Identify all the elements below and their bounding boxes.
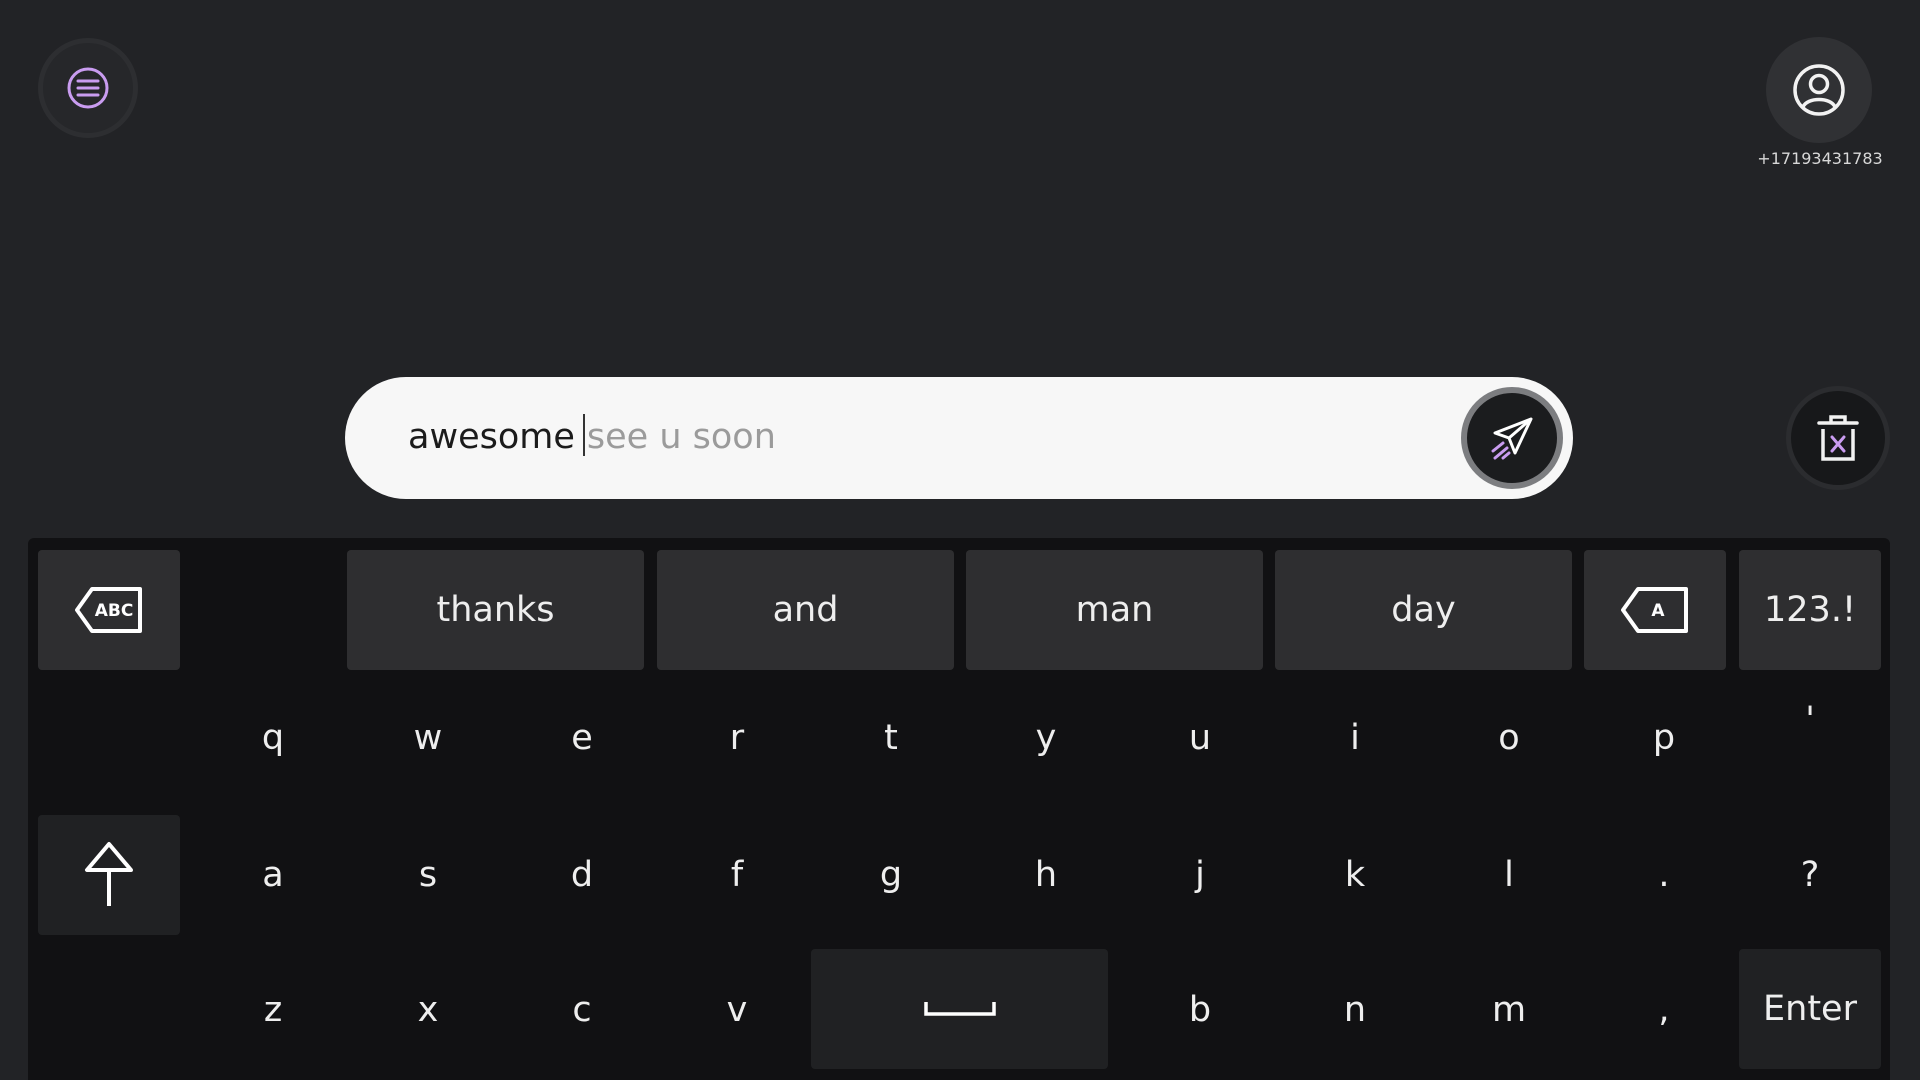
suggestion-key-1[interactable]: thanks [347, 550, 644, 670]
letter-key-g[interactable]: g [826, 815, 956, 935]
letter-key-t[interactable]: t [826, 678, 956, 798]
menu-icon [67, 67, 109, 109]
letter-key-p[interactable]: p [1599, 678, 1729, 798]
suggestion-key-2[interactable]: and [657, 550, 954, 670]
profile-icon [1793, 64, 1845, 116]
space-bar-icon [923, 1002, 996, 1016]
menu-button[interactable] [38, 38, 138, 138]
profile-button[interactable] [1766, 37, 1872, 143]
letter-key-s[interactable]: s [363, 815, 493, 935]
inline-suggestion[interactable]: see u soon [587, 417, 776, 457]
backspace-char-icon: A [1621, 587, 1688, 633]
backspace-word-icon: ABC [75, 587, 142, 633]
send-button[interactable] [1461, 387, 1563, 489]
backspace-char-key[interactable]: A [1584, 550, 1726, 670]
letter-key-x[interactable]: x [363, 950, 493, 1070]
svg-text:ABC: ABC [95, 601, 134, 621]
letter-key-b[interactable]: b [1135, 950, 1265, 1070]
apostrophe-key[interactable]: ' [1745, 660, 1875, 780]
letter-key-f[interactable]: f [672, 815, 802, 935]
letter-key-h[interactable]: h [981, 815, 1111, 935]
comma-key[interactable]: , [1599, 950, 1729, 1070]
enter-key[interactable]: Enter [1739, 949, 1881, 1069]
numbers-key[interactable]: 123.! [1739, 550, 1881, 670]
letter-key-m[interactable]: m [1444, 950, 1574, 1070]
letter-key-u[interactable]: u [1135, 678, 1265, 798]
message-input[interactable]: awesome see u soon [345, 377, 1573, 499]
letter-key-z[interactable]: z [208, 950, 338, 1070]
on-screen-keyboard: ABC thanks and man day A 123.! q w e r t… [28, 538, 1890, 1080]
period-key[interactable]: . [1599, 815, 1729, 935]
phone-number: +17193431783 [1757, 149, 1883, 168]
letter-key-w[interactable]: w [363, 678, 493, 798]
letter-key-l[interactable]: l [1444, 815, 1574, 935]
send-icon [1491, 417, 1533, 460]
space-key[interactable] [811, 949, 1108, 1069]
letter-key-j[interactable]: j [1135, 815, 1265, 935]
letter-key-r[interactable]: r [672, 678, 802, 798]
typed-text: awesome [408, 417, 575, 457]
shift-icon [85, 842, 133, 906]
delete-icon [1817, 415, 1859, 461]
message-text[interactable]: awesome see u soon [408, 414, 776, 457]
backspace-word-key[interactable]: ABC [38, 550, 180, 670]
letter-key-i[interactable]: i [1290, 678, 1420, 798]
letter-key-q[interactable]: q [208, 678, 338, 798]
letter-key-k[interactable]: k [1290, 815, 1420, 935]
letter-key-y[interactable]: y [981, 678, 1111, 798]
text-cursor [582, 414, 585, 456]
question-mark-key[interactable]: ? [1745, 815, 1875, 935]
letter-key-a[interactable]: a [208, 815, 338, 935]
suggestion-key-3[interactable]: man [966, 550, 1263, 670]
svg-text:A: A [1651, 601, 1665, 621]
letter-key-e[interactable]: e [517, 678, 647, 798]
suggestion-key-4[interactable]: day [1275, 550, 1572, 670]
letter-key-n[interactable]: n [1290, 950, 1420, 1070]
delete-message-button[interactable] [1786, 386, 1890, 490]
shift-key[interactable] [38, 815, 180, 935]
letter-key-v[interactable]: v [672, 950, 802, 1070]
letter-key-o[interactable]: o [1444, 678, 1574, 798]
letter-key-c[interactable]: c [517, 950, 647, 1070]
letter-key-d[interactable]: d [517, 815, 647, 935]
